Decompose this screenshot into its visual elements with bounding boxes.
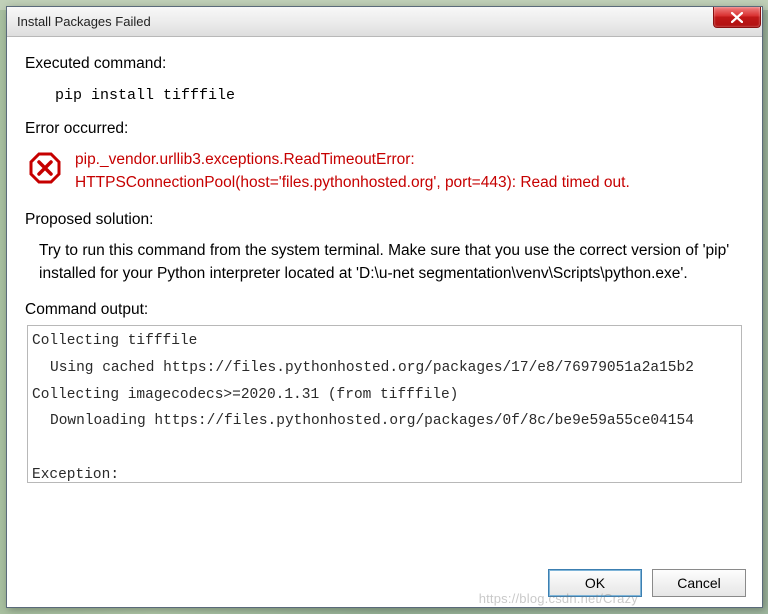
error-row: pip._vendor.urllib3.exceptions.ReadTimeo… [25, 144, 744, 205]
close-button[interactable] [713, 7, 761, 28]
title-bar: Install Packages Failed [7, 7, 762, 37]
button-row: OK Cancel [7, 559, 762, 607]
error-message-text: pip._vendor.urllib3.exceptions.ReadTimeo… [75, 148, 744, 195]
close-icon [731, 12, 743, 23]
command-output-box[interactable]: Collecting tifffile Using cached https:/… [27, 325, 742, 483]
output-line: Collecting imagecodecs>=2020.1.31 (from … [32, 387, 458, 403]
proposed-solution-text: Try to run this command from the system … [25, 235, 744, 296]
output-line: Downloading https://files.pythonhosted.o… [32, 408, 737, 435]
ok-button[interactable]: OK [548, 569, 642, 597]
command-output-label: Command output: [25, 301, 744, 319]
error-occurred-label: Error occurred: [25, 120, 744, 138]
error-icon [29, 152, 61, 184]
window-title: Install Packages Failed [17, 14, 151, 29]
dialog-window: Install Packages Failed Executed command… [6, 6, 763, 608]
output-line: Using cached https://files.pythonhosted.… [32, 355, 737, 382]
dialog-content: Executed command: pip install tifffile E… [7, 37, 762, 559]
output-line: Collecting tifffile [32, 333, 197, 349]
cancel-button-label: Cancel [677, 575, 721, 591]
proposed-solution-label: Proposed solution: [25, 211, 744, 229]
executed-command-text: pip install tifffile [25, 79, 744, 114]
cancel-button[interactable]: Cancel [652, 569, 746, 597]
executed-command-label: Executed command: [25, 55, 744, 73]
output-line: Exception: [32, 467, 119, 483]
ok-button-label: OK [585, 575, 605, 591]
